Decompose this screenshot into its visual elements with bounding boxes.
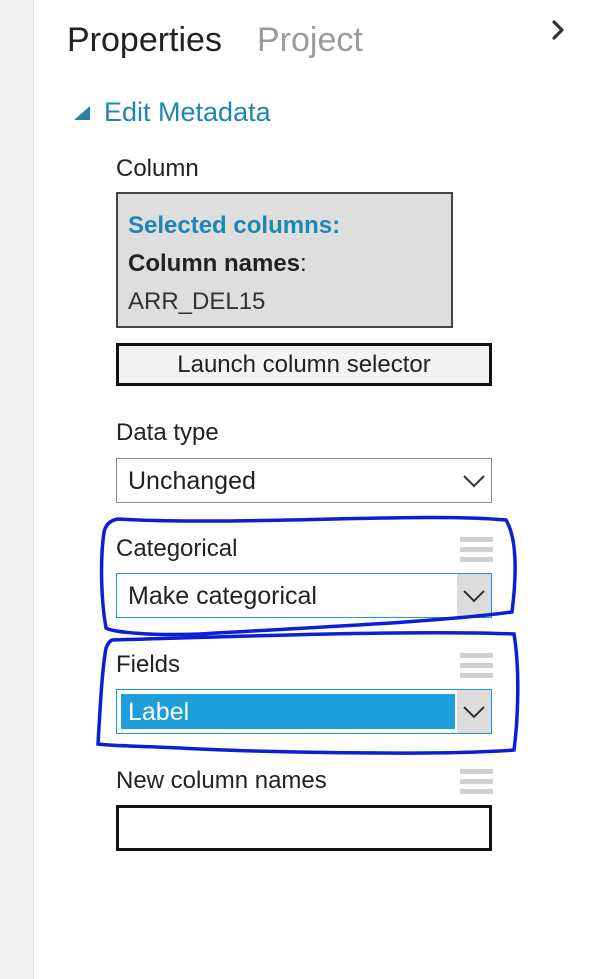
column-names-colon: :: [300, 250, 307, 277]
tab-properties[interactable]: Properties: [67, 18, 222, 62]
fields-dropdown-toggle[interactable]: [457, 690, 491, 733]
categorical-select[interactable]: Make categorical: [116, 573, 492, 618]
data-type-dropdown-toggle[interactable]: [457, 459, 491, 502]
new-column-names-input[interactable]: [116, 805, 492, 851]
fields-value: Label: [128, 698, 190, 726]
drag-handle-icon[interactable]: [460, 537, 493, 567]
expand-triangle-icon: [74, 106, 90, 120]
categorical-dropdown-toggle[interactable]: [457, 574, 491, 617]
drag-handle-icon[interactable]: [460, 769, 493, 799]
data-type-select[interactable]: Unchanged: [116, 458, 492, 503]
column-names-value: ARR_DEL15: [128, 288, 266, 315]
new-column-names-label: New column names: [116, 767, 327, 794]
drag-handle-icon[interactable]: [460, 653, 493, 683]
categorical-label: Categorical: [116, 535, 238, 562]
selected-columns-box: Selected columns: Column names: ARR_DEL1…: [116, 192, 453, 328]
launch-column-selector-button[interactable]: Launch column selector: [116, 343, 492, 386]
data-type-value: Unchanged: [128, 467, 256, 495]
chevron-right-icon: [552, 20, 564, 40]
column-names-line: Column names:: [128, 249, 307, 279]
column-names-label: Column names: [128, 250, 301, 277]
categorical-value: Make categorical: [128, 582, 317, 610]
column-label: Column: [116, 155, 199, 182]
fields-label: Fields: [116, 651, 181, 678]
tab-project[interactable]: Project: [257, 18, 363, 62]
chevron-down-icon: [463, 705, 485, 718]
collapse-panel-button[interactable]: [546, 18, 570, 42]
selected-columns-title: Selected columns:: [128, 212, 341, 239]
left-sidebar-strip: [0, 0, 34, 979]
data-type-label: Data type: [116, 419, 219, 446]
section-title: Edit Metadata: [104, 97, 271, 127]
fields-select[interactable]: Label: [116, 689, 492, 734]
chevron-down-icon: [463, 474, 485, 487]
chevron-down-icon: [463, 589, 485, 602]
